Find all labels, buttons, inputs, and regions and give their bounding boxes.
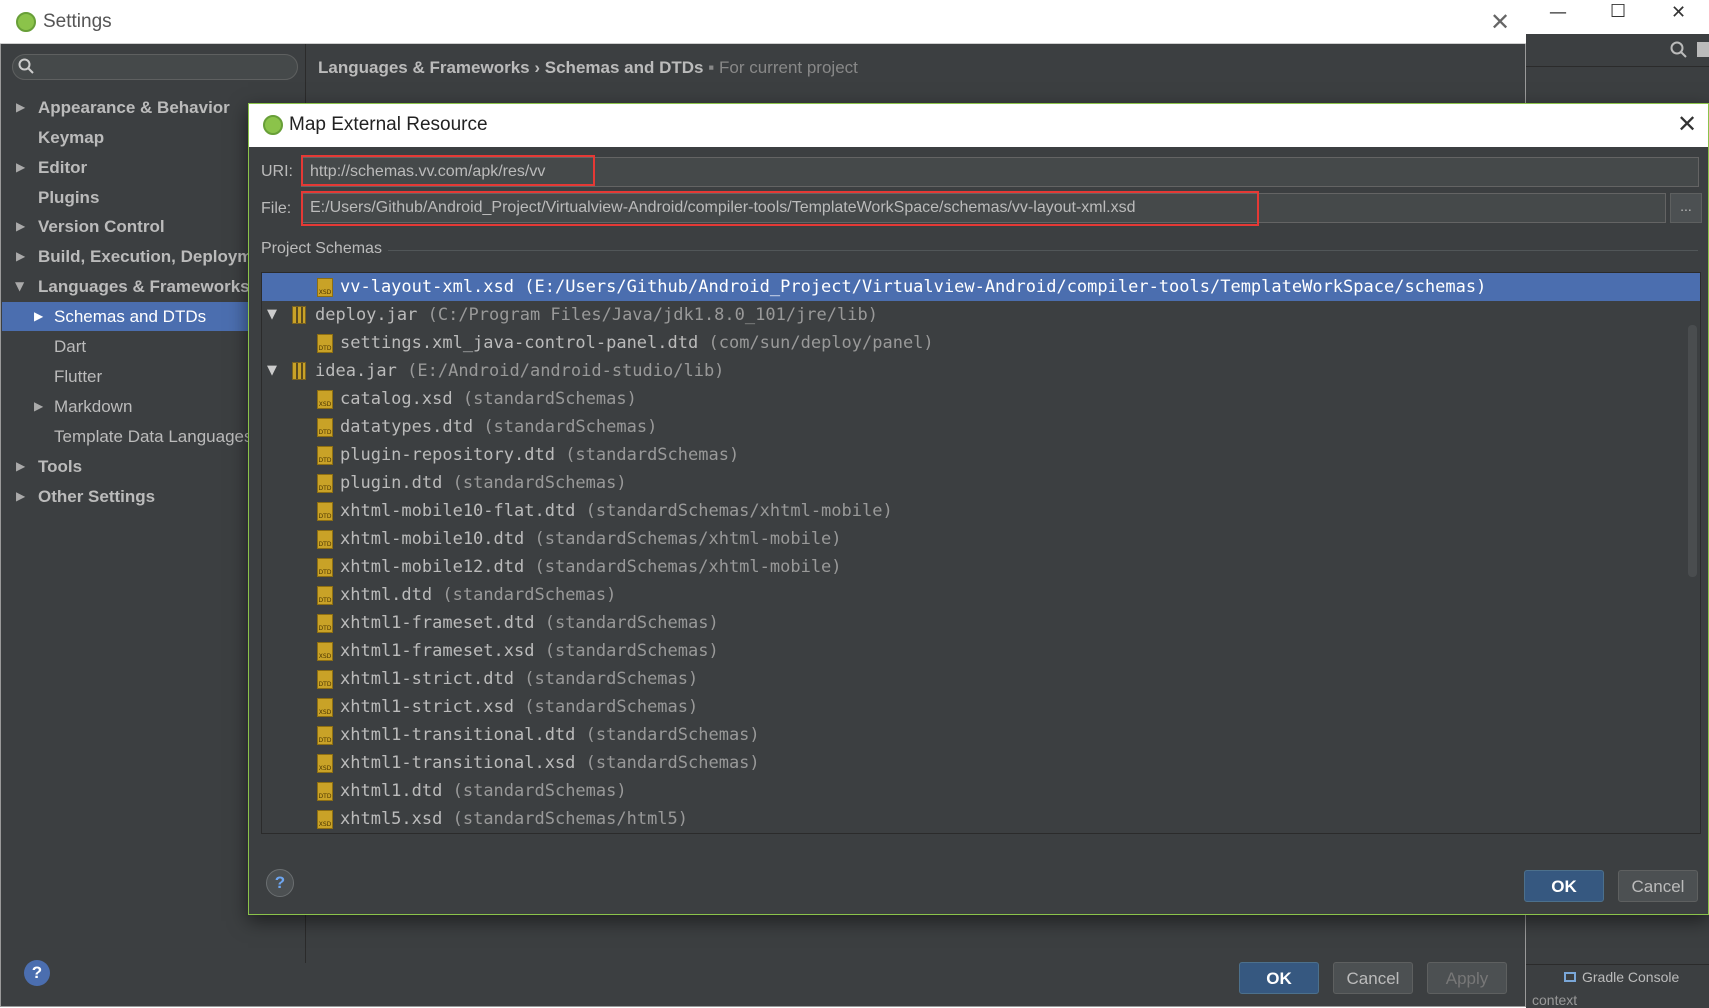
file-label: File: [261, 200, 292, 217]
xsd-file-icon: XSD [317, 810, 333, 829]
collapse-arrow-icon[interactable]: ▼ [267, 357, 277, 385]
tree-row[interactable]: XSD xhtml1-transitional.xsd (standardSch… [262, 749, 1700, 777]
project-schemas-label: Project Schemas [261, 240, 382, 257]
expand-arrow-icon[interactable]: ▶ [16, 212, 25, 241]
dialog-title: Map External Resource [289, 114, 488, 135]
tree-row[interactable]: XSD xhtml5.xsd (standardSchemas/html5) [262, 805, 1700, 833]
tree-row[interactable]: ▼ deploy.jar (C:/Program Files/Java/jdk1… [262, 301, 1700, 329]
dtd-file-icon: DTD [317, 782, 333, 801]
xsd-file-icon: XSD [317, 642, 333, 661]
expand-arrow-icon[interactable]: ▶ [16, 482, 25, 511]
xsd-file-icon: XSD [317, 698, 333, 717]
gradle-console-tab[interactable]: Gradle Console [1582, 969, 1679, 985]
dtd-file-icon: DTD [317, 418, 333, 437]
tree-row[interactable]: DTD xhtml1.dtd (standardSchemas) [262, 777, 1700, 805]
settings-close-icon[interactable]: ✕ [1490, 8, 1510, 36]
dtd-file-icon: DTD [317, 726, 333, 745]
background-ide-toolbar [1526, 34, 1709, 67]
tree-row[interactable]: DTD plugin-repository.dtd (standardSchem… [262, 441, 1700, 469]
search-everywhere-icon[interactable] [1670, 41, 1688, 59]
dtd-file-icon: DTD [317, 334, 333, 353]
section-divider [388, 250, 1698, 251]
background-ide-bottom-bar: Gradle Console context [1526, 964, 1709, 1008]
minimize-icon[interactable]: — [1549, 2, 1567, 23]
xsd-file-icon: XSD [317, 754, 333, 773]
xsd-file-icon: XSD [317, 278, 333, 297]
project-schemas-tree[interactable]: XSD vv-layout-xml.xsd (E:/Users/Github/A… [261, 272, 1701, 834]
expand-arrow-icon[interactable]: ▶ [16, 153, 25, 182]
tree-row[interactable]: DTD xhtml-mobile12.dtd (standardSchemas/… [262, 553, 1700, 581]
tree-row[interactable]: DTD xhtml1-frameset.dtd (standardSchemas… [262, 609, 1700, 637]
settings-apply-button[interactable]: Apply [1427, 962, 1507, 994]
dtd-file-icon: DTD [317, 586, 333, 605]
tree-row[interactable]: XSD catalog.xsd (standardSchemas) [262, 385, 1700, 413]
settings-ok-button[interactable]: OK [1239, 962, 1319, 994]
breadcrumb: Languages & Frameworks › Schemas and DTD… [318, 58, 858, 78]
tree-scrollbar[interactable] [1688, 325, 1697, 577]
gradle-console-icon [1564, 972, 1576, 982]
expand-arrow-icon[interactable]: ▶ [16, 242, 25, 271]
tree-row[interactable]: DTD xhtml1-transitional.dtd (standardSch… [262, 721, 1700, 749]
jar-icon [292, 306, 306, 324]
dtd-file-icon: DTD [317, 446, 333, 465]
tree-row[interactable]: DTD settings.xml_java-control-panel.dtd … [262, 329, 1700, 357]
dialog-help-button[interactable]: ? [266, 869, 294, 897]
background-ide-titlebar: — ☐ ✕ [1526, 0, 1709, 34]
window-close-icon[interactable]: ✕ [1671, 2, 1686, 23]
status-text: context [1532, 992, 1578, 1008]
dtd-file-icon: DTD [317, 530, 333, 549]
settings-help-button[interactable]: ? [24, 960, 50, 986]
maximize-icon[interactable]: ☐ [1610, 1, 1626, 22]
dtd-file-icon: DTD [317, 474, 333, 493]
breadcrumb-parent[interactable]: Languages & Frameworks [318, 58, 530, 77]
breadcrumb-separator: › [534, 58, 541, 77]
tree-row[interactable]: XSD xhtml1-frameset.xsd (standardSchemas… [262, 637, 1700, 665]
breadcrumb-current: Schemas and DTDs [544, 58, 704, 77]
dialog-ok-button[interactable]: OK [1524, 870, 1604, 902]
project-scope-icon: ▪ [708, 58, 715, 77]
expand-arrow-icon[interactable]: ▶ [16, 93, 25, 122]
tree-row[interactable]: DTD xhtml1-strict.dtd (standardSchemas) [262, 665, 1700, 693]
android-studio-icon [263, 115, 283, 135]
expand-arrow-icon[interactable]: ▶ [34, 392, 43, 421]
dtd-file-icon: DTD [317, 502, 333, 521]
tree-row[interactable]: XSD vv-layout-xml.xsd (E:/Users/Github/A… [262, 273, 1700, 301]
uri-label: URI: [261, 163, 293, 180]
dialog-cancel-button[interactable]: Cancel [1618, 870, 1698, 902]
expand-arrow-icon[interactable]: ▶ [16, 452, 25, 481]
dtd-file-icon: DTD [317, 558, 333, 577]
xsd-file-icon: XSD [317, 390, 333, 409]
expand-arrow-icon[interactable]: ▶ [34, 302, 43, 331]
tree-row[interactable]: DTD plugin.dtd (standardSchemas) [262, 469, 1700, 497]
uri-highlight-box [301, 155, 595, 186]
toolbar-panel-icon[interactable] [1697, 42, 1709, 57]
jar-icon [292, 362, 306, 380]
settings-cancel-button[interactable]: Cancel [1333, 962, 1413, 994]
tree-row[interactable]: ▼ idea.jar (E:/Android/android-studio/li… [262, 357, 1700, 385]
tree-row[interactable]: DTD xhtml-mobile10-flat.dtd (standardSch… [262, 497, 1700, 525]
dtd-file-icon: DTD [317, 614, 333, 633]
dialog-close-icon[interactable]: ✕ [1677, 110, 1697, 138]
dtd-file-icon: DTD [317, 670, 333, 689]
tree-row[interactable]: DTD xhtml-mobile10.dtd (standardSchemas/… [262, 525, 1700, 553]
collapse-arrow-icon[interactable]: ▼ [267, 301, 277, 329]
tree-row[interactable]: DTD xhtml.dtd (standardSchemas) [262, 581, 1700, 609]
tree-row[interactable]: XSD xhtml1-strict.xsd (standardSchemas) [262, 693, 1700, 721]
collapse-arrow-icon[interactable]: ▼ [15, 272, 24, 301]
file-highlight-box [301, 191, 1259, 226]
browse-button[interactable]: ... [1670, 193, 1702, 223]
breadcrumb-scope: For current project [719, 58, 858, 77]
tree-row[interactable]: DTD datatypes.dtd (standardSchemas) [262, 413, 1700, 441]
